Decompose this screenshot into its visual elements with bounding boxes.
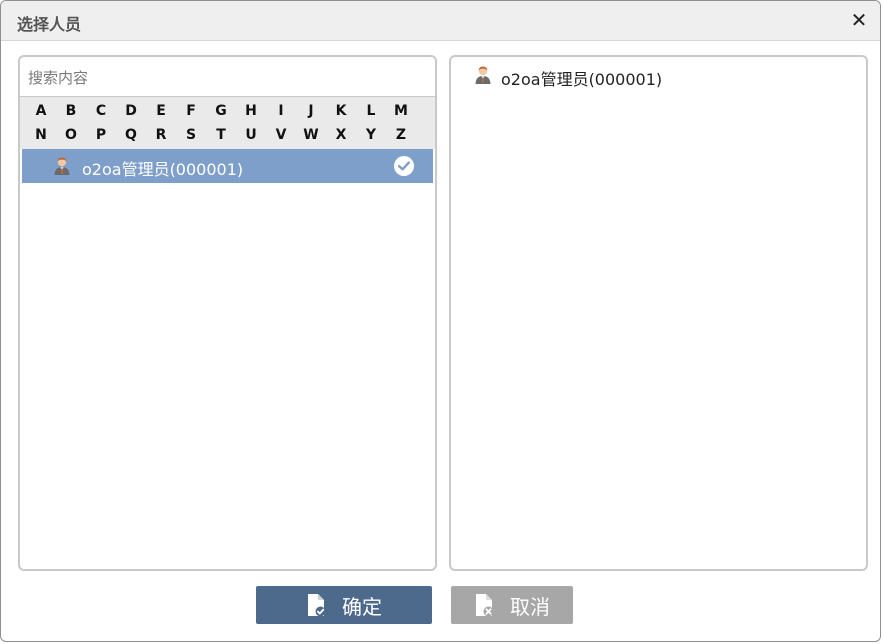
- search-input[interactable]: [26, 65, 410, 91]
- alphabet-letter-e[interactable]: E: [146, 103, 176, 119]
- cancel-button-label: 取消: [510, 594, 550, 619]
- alphabet-letter-o[interactable]: O: [56, 127, 86, 143]
- search-bar: [20, 57, 435, 97]
- alphabet-letter-a[interactable]: A: [26, 103, 56, 119]
- alphabet-letter-t[interactable]: T: [206, 127, 236, 143]
- alphabet-letter-b[interactable]: B: [56, 103, 86, 119]
- dialog-titlebar: 选择人员 ✕: [1, 1, 880, 41]
- alphabet-letter-c[interactable]: C: [86, 103, 116, 119]
- alphabet-letter-y[interactable]: Y: [356, 127, 386, 143]
- document-cancel-icon: [476, 594, 494, 617]
- alphabet-letter-n[interactable]: N: [26, 127, 56, 143]
- alphabet-letter-g[interactable]: G: [206, 103, 236, 119]
- document-check-icon: [308, 594, 326, 617]
- alphabet-letter-s[interactable]: S: [176, 127, 206, 143]
- alphabet-letter-m[interactable]: M: [386, 103, 416, 119]
- alphabet-letter-l[interactable]: L: [356, 103, 386, 119]
- select-people-dialog: 选择人员 ✕ ABCDEFGHIJKLM NOPQRSTUVWXYZ o2oa管…: [0, 0, 881, 642]
- ok-button[interactable]: 确定: [256, 586, 432, 624]
- alphabet-letter-z[interactable]: Z: [386, 127, 416, 143]
- cancel-button[interactable]: 取消: [451, 586, 573, 624]
- list-item[interactable]: o2oa管理员(000001): [22, 149, 433, 183]
- alphabet-letter-q[interactable]: Q: [116, 127, 146, 143]
- selected-people-panel: o2oa管理员(000001): [449, 55, 868, 571]
- close-button[interactable]: ✕: [848, 9, 870, 31]
- alphabet-letter-u[interactable]: U: [236, 127, 266, 143]
- alphabet-letter-h[interactable]: H: [236, 103, 266, 119]
- alphabet-letter-f[interactable]: F: [176, 103, 206, 119]
- alphabet-letter-x[interactable]: X: [326, 127, 356, 143]
- alphabet-letter-d[interactable]: D: [116, 103, 146, 119]
- person-icon: [54, 157, 70, 175]
- alphabet-letter-k[interactable]: K: [326, 103, 356, 119]
- alphabet-row-1: ABCDEFGHIJKLM: [26, 99, 429, 123]
- alphabet-letter-r[interactable]: R: [146, 127, 176, 143]
- alphabet-index: ABCDEFGHIJKLM NOPQRSTUVWXYZ: [20, 97, 435, 149]
- alphabet-letter-i[interactable]: I: [266, 103, 296, 119]
- alphabet-row-2: NOPQRSTUVWXYZ: [26, 123, 429, 147]
- person-icon: [475, 66, 491, 84]
- check-icon: [394, 156, 414, 176]
- dialog-title: 选择人员: [17, 15, 82, 34]
- alphabet-letter-v[interactable]: V: [266, 127, 296, 143]
- alphabet-letter-p[interactable]: P: [86, 127, 116, 143]
- list-item-name: o2oa管理员(000001): [82, 160, 244, 179]
- ok-button-label: 确定: [342, 594, 382, 619]
- people-list-panel: ABCDEFGHIJKLM NOPQRSTUVWXYZ o2oa管理员(0000…: [18, 55, 437, 571]
- selected-item-name: o2oa管理员(000001): [501, 70, 663, 89]
- alphabet-letter-j[interactable]: J: [296, 103, 326, 119]
- alphabet-letter-w[interactable]: W: [296, 127, 326, 143]
